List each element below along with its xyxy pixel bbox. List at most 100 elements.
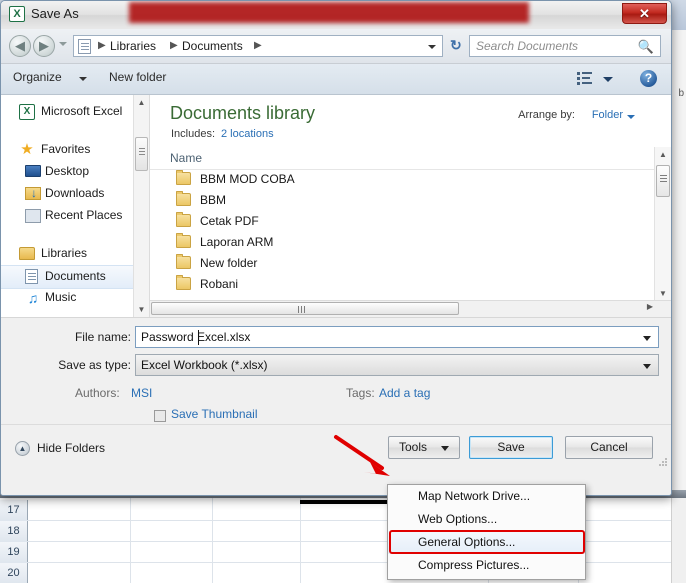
sidebar-scrollbar[interactable]: ▲ ▼ xyxy=(133,95,149,317)
save-button[interactable]: Save xyxy=(469,436,553,459)
annotation-arrow-icon xyxy=(334,435,390,476)
save-thumbnail-checkbox[interactable] xyxy=(154,410,166,422)
excel-vertical-scrollbar[interactable] xyxy=(671,498,686,583)
navigation-pane: X Microsoft Excel ★ Favorites Desktop Do… xyxy=(1,95,149,317)
menu-item-label: General Options... xyxy=(418,535,516,549)
file-list-hscrollbar-thumb[interactable] xyxy=(151,302,459,315)
arrange-chevron-down-icon[interactable] xyxy=(627,115,635,119)
tools-chevron-down-icon[interactable] xyxy=(441,446,449,451)
menu-item-web-options[interactable]: Web Options... xyxy=(388,508,585,531)
sidebar-item-libraries[interactable]: Libraries xyxy=(1,243,149,265)
save-form: File name: Password Excel.xlsx Save as t… xyxy=(1,318,671,425)
star-icon: ★ xyxy=(20,141,34,158)
new-folder-button[interactable]: New folder xyxy=(109,70,166,84)
hide-folders-icon[interactable]: ▲ xyxy=(15,441,30,456)
file-name-value: Password Excel.xlsx xyxy=(141,330,251,344)
menu-item-map-network-drive[interactable]: Map Network Drive... xyxy=(388,485,585,508)
breadcrumb-item-documents[interactable]: Documents xyxy=(182,39,243,53)
folder-icon xyxy=(176,212,191,227)
menu-item-label: Map Network Drive... xyxy=(418,489,531,503)
breadcrumb-separator-icon[interactable]: ▶ xyxy=(170,40,178,51)
list-item[interactable]: Cetak PDF xyxy=(150,211,671,232)
dialog-title-bar[interactable]: X Save As ✕ xyxy=(1,1,671,29)
includes-label: Includes: xyxy=(171,128,216,140)
excel-row-header[interactable]: 20 xyxy=(0,563,28,583)
add-a-tag-link[interactable]: Add a tag xyxy=(379,386,430,400)
breadcrumb-separator-icon[interactable]: ▶ xyxy=(254,40,262,51)
list-item[interactable]: Laporan ARM xyxy=(150,232,671,253)
menu-item-label: Web Options... xyxy=(418,512,498,526)
list-item[interactable]: BBM xyxy=(150,190,671,211)
sidebar-item-microsoft-excel[interactable]: X Microsoft Excel xyxy=(1,101,149,123)
list-item-label: BBM MOD COBA xyxy=(200,172,295,186)
view-chevron-down-icon[interactable] xyxy=(603,77,613,82)
list-item-label: New folder xyxy=(200,256,258,270)
sidebar-scrollbar-thumb[interactable] xyxy=(135,137,148,171)
sidebar-item-desktop[interactable]: Desktop xyxy=(1,161,149,183)
search-icon: 🔍 xyxy=(637,39,654,54)
folder-icon xyxy=(176,254,191,269)
includes-locations-link[interactable]: 2 locations xyxy=(221,128,274,140)
list-view-icon[interactable] xyxy=(577,71,593,86)
sidebar-item-recent-places[interactable]: Recent Places xyxy=(1,205,149,227)
refresh-icon[interactable]: ↻ xyxy=(450,37,462,54)
scroll-right-arrow-icon[interactable]: ▶ xyxy=(647,302,653,311)
breadcrumb-chevron-down-icon[interactable] xyxy=(428,45,436,49)
breadcrumb-item-libraries[interactable]: Libraries xyxy=(110,39,156,53)
save-as-type-select[interactable]: Excel Workbook (*.xlsx) xyxy=(135,354,659,376)
search-placeholder: Search Documents xyxy=(476,39,579,53)
authors-value[interactable]: MSI xyxy=(131,386,152,400)
folder-icon xyxy=(176,275,191,290)
organize-button[interactable]: Organize xyxy=(13,70,62,84)
arrange-by-value[interactable]: Folder xyxy=(592,109,623,121)
excel-row-header[interactable]: 19 xyxy=(0,542,28,564)
list-item[interactable]: Robani xyxy=(150,274,671,295)
tools-button-label: Tools xyxy=(399,440,428,454)
list-item-label: BBM xyxy=(200,193,227,207)
scroll-down-arrow-icon[interactable]: ▼ xyxy=(655,286,671,301)
file-list-scrollbar-thumb[interactable] xyxy=(656,165,670,197)
organize-chevron-down-icon[interactable] xyxy=(79,77,87,81)
search-input[interactable]: Search Documents 🔍 xyxy=(469,35,661,57)
excel-icon: X xyxy=(19,104,35,120)
file-name-chevron-down-icon[interactable] xyxy=(643,336,651,341)
sidebar-item-documents[interactable]: Documents xyxy=(1,265,149,289)
resize-grip[interactable] xyxy=(658,457,668,467)
hide-folders-button[interactable]: Hide Folders xyxy=(37,441,105,455)
help-icon[interactable]: ? xyxy=(640,70,657,87)
menu-item-compress-pictures[interactable]: Compress Pictures... xyxy=(388,554,585,577)
save-as-type-label: Save as type: xyxy=(58,358,131,372)
breadcrumb-separator-icon[interactable]: ▶ xyxy=(98,40,106,51)
file-list: BBM MOD COBA BBM Cetak PDF Laporan ARM N… xyxy=(150,169,671,317)
file-list-vertical-scrollbar[interactable]: ▲ ▼ xyxy=(654,147,671,301)
scroll-up-arrow-icon[interactable]: ▲ xyxy=(134,95,149,110)
folder-icon xyxy=(176,191,191,206)
sidebar-item-favorites[interactable]: ★ Favorites xyxy=(1,139,149,161)
file-name-input[interactable]: Password Excel.xlsx xyxy=(135,326,659,348)
excel-row-header[interactable]: 17 xyxy=(0,500,28,522)
scroll-up-arrow-icon[interactable]: ▲ xyxy=(655,147,671,162)
scroll-down-arrow-icon[interactable]: ▼ xyxy=(134,302,149,317)
sidebar-item-label: Downloads xyxy=(45,186,105,200)
list-item[interactable]: BBM MOD COBA xyxy=(150,169,671,190)
excel-row-header[interactable]: 18 xyxy=(0,521,28,543)
downloads-icon xyxy=(25,186,42,200)
cancel-button[interactable]: Cancel xyxy=(565,436,653,459)
redaction-overlay xyxy=(129,2,529,23)
list-item[interactable]: New folder xyxy=(150,253,671,274)
monitor-icon xyxy=(25,165,41,177)
recent-places-icon xyxy=(25,209,41,223)
breadcrumb[interactable]: ▶ Libraries ▶ Documents ▶ xyxy=(73,35,443,57)
tags-label: Tags: xyxy=(346,386,375,400)
recent-locations-chevron-icon[interactable] xyxy=(59,42,67,46)
column-header-name[interactable]: Name xyxy=(170,151,202,165)
sidebar-item-downloads[interactable]: Downloads xyxy=(1,183,149,205)
file-list-horizontal-scrollbar[interactable]: ▶ xyxy=(150,300,671,317)
dialog-body: X Microsoft Excel ★ Favorites Desktop Do… xyxy=(1,95,671,318)
save-as-dialog: X Save As ✕ ◀ ▶ ▶ Libraries ▶ Documents … xyxy=(0,0,672,496)
save-thumbnail-label[interactable]: Save Thumbnail xyxy=(171,407,258,421)
save-as-type-chevron-down-icon[interactable] xyxy=(643,364,651,369)
close-button[interactable]: ✕ xyxy=(622,3,667,24)
sidebar-item-music[interactable]: ♫ Music xyxy=(1,287,149,309)
menu-item-general-options[interactable]: General Options... xyxy=(388,531,585,554)
